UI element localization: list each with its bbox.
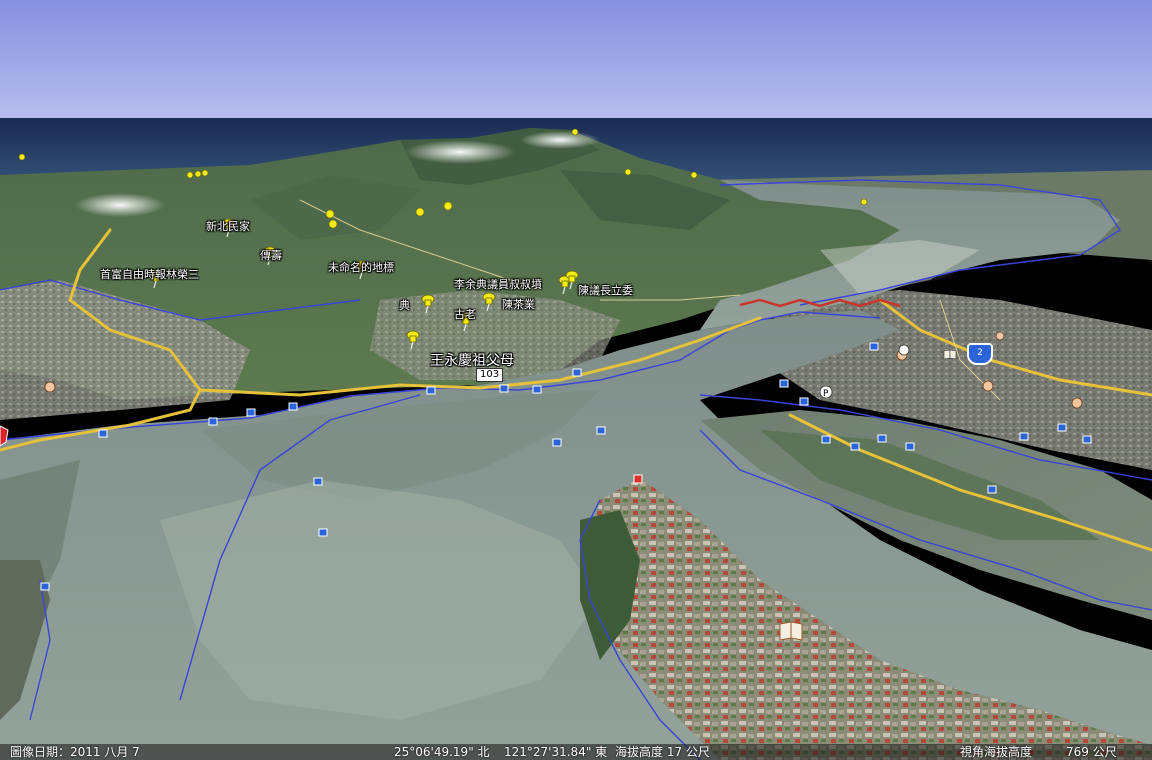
- pushpin-icon: [421, 294, 435, 314]
- placemark-label[interactable]: 陳茶業: [502, 296, 535, 312]
- pushpin-icon: [406, 330, 420, 350]
- red-poi-marker: [633, 474, 643, 484]
- placemark[interactable]: [420, 294, 436, 314]
- road-shield-103: 103: [476, 368, 504, 382]
- placemark-label[interactable]: 首富自由時報林榮三: [100, 266, 199, 282]
- placemark-label[interactable]: 陳議長立委: [578, 282, 633, 298]
- elevation-readout: 海拔高度 17 公尺: [615, 745, 710, 759]
- status-bar: 圖像日期：2011 八月 7 25°06'49.19" 北 121°27'31.…: [0, 744, 1152, 760]
- placemark-label[interactable]: 李余典議員叔叔墳: [454, 276, 542, 292]
- placemark-label[interactable]: 新北民家: [206, 218, 250, 234]
- highway-shield-2: 2: [967, 343, 993, 365]
- terrain-view[interactable]: P: [0, 0, 1152, 760]
- latitude-readout: 25°06'49.19" 北: [394, 745, 490, 759]
- longitude-readout: 121°27'31.84" 東: [504, 745, 608, 759]
- placemark-label[interactable]: 古老: [454, 306, 476, 322]
- map-viewport[interactable]: P 新北民家 傳壽首富自由時報林榮三 未命名的地標李余典議員叔叔墳 陳議長立委典古老 陳…: [0, 0, 1152, 760]
- imagery-date: 圖像日期：2011 八月 7: [10, 745, 140, 759]
- placemark[interactable]: [481, 292, 497, 312]
- pushpin-icon: [482, 292, 496, 312]
- eye-altitude-value: 769 公尺: [1066, 745, 1117, 759]
- placemark-label[interactable]: 未命名的地標: [328, 259, 394, 275]
- placemark[interactable]: [405, 330, 421, 350]
- book-icon: [779, 621, 803, 641]
- placemark-label[interactable]: 傳壽: [260, 247, 282, 263]
- svg-text:P: P: [823, 389, 829, 399]
- placemark-label[interactable]: 典: [399, 297, 410, 313]
- eye-altitude-label: 視角海拔高度: [960, 745, 1033, 759]
- placemark-label[interactable]: 王永慶祖父母: [430, 350, 514, 370]
